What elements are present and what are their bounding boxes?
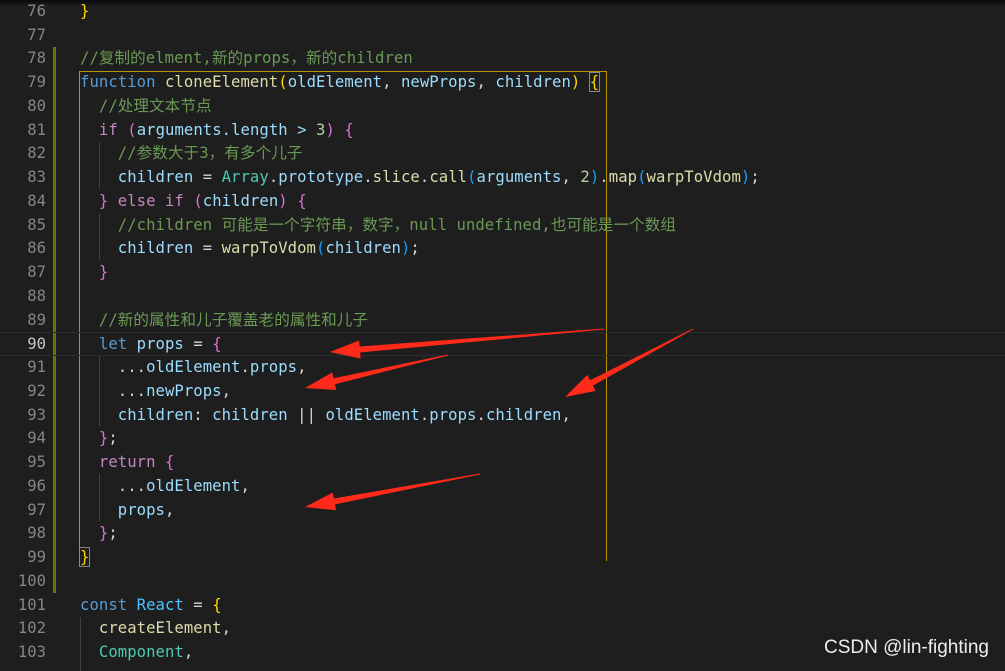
red-arrow-annotation [305, 354, 449, 390]
red-arrow-annotation [565, 328, 694, 397]
red-arrow-annotation [330, 328, 604, 359]
red-arrow-annotation [305, 473, 481, 511]
annotation-arrows [305, 328, 694, 511]
watermark: CSDN @lin-fighting [823, 637, 989, 658]
code-editor[interactable]: 76} 77 78//复制的elment,新的props，新的children 79 f… [0, 0, 1005, 671]
